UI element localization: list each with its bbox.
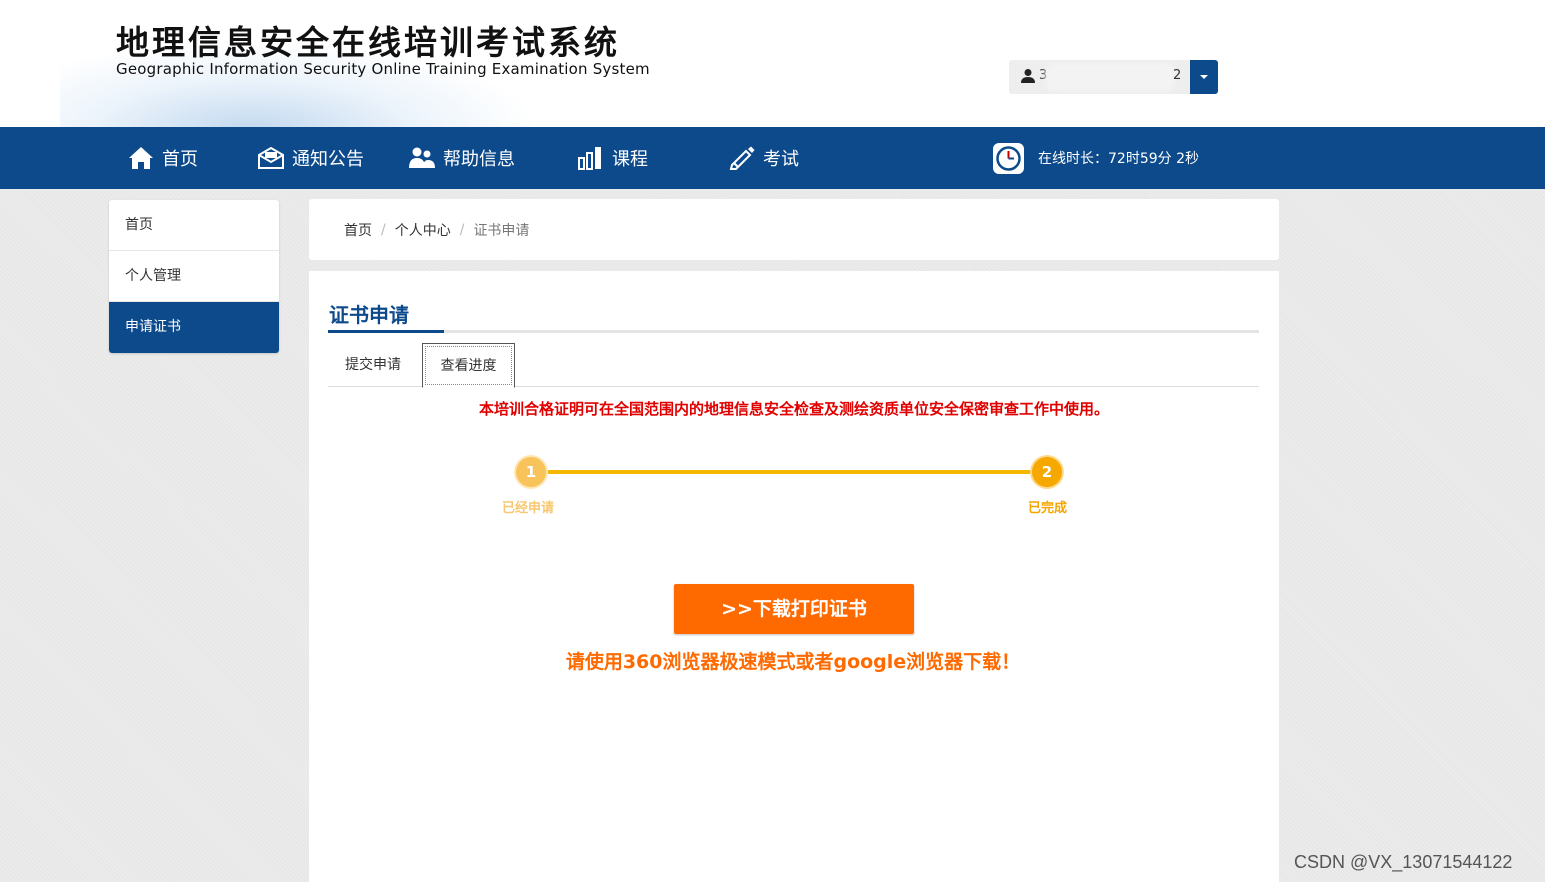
user-menu[interactable]: 3 2 [1009,60,1218,94]
tab-submit-application[interactable]: 提交申请 [345,343,401,387]
sidebar-item-apply-certificate[interactable]: 申请证书 [109,302,279,353]
sidebar-item-home[interactable]: 首页 [109,200,279,251]
browser-tip: 请使用360浏览器极速模式或者google浏览器下载！ [565,651,1021,673]
system-title-en: Geographic Information Security Online T… [116,60,650,78]
online-time: 在线时长：72时59分 2秒 [993,142,1199,174]
sidebar: 首页 个人管理 申请证书 [109,200,279,353]
home-icon [129,147,153,169]
tab-view-progress[interactable]: 查看进度 [422,343,515,388]
nav-item-exam[interactable]: 考试 [729,127,799,189]
breadcrumb-separator: / [459,222,465,238]
step-1-label: 已经申请 [502,501,555,516]
user-dropdown-caret[interactable] [1190,60,1218,94]
bar-chart-icon [578,147,601,170]
nav-item-notices[interactable]: 通知公告 [258,127,364,189]
breadcrumb-separator: / [381,222,386,238]
step-2-label: 已完成 [1028,501,1068,516]
system-title-cn: 地理信息安全在线培训考试系统 [116,23,620,62]
step-1-circle: 1 [516,457,546,487]
user-icon [1021,69,1035,83]
header: 地理信息安全在线培训考试系统 Geographic Information Se… [0,0,1545,130]
breadcrumb-home[interactable]: 首页 [344,220,372,240]
nav-item-label: 考试 [763,149,799,170]
download-certificate-button[interactable]: >>下载打印证书 [674,584,914,634]
breadcrumb-personal-center[interactable]: 个人中心 [395,220,451,240]
certificate-notice: 本培训合格证明可在全国范围内的地理信息安全检查及测绘资质单位安全保密审查工作中使… [478,400,1109,418]
page-title: 证书申请 [329,303,409,327]
breadcrumb-panel: 首页 / 个人中心 / 证书申请 [309,199,1279,260]
progress-line [541,470,1049,474]
breadcrumb-current: 证书申请 [473,223,530,239]
breadcrumb: 首页 / 个人中心 / 证书申请 [344,220,529,240]
watermark: CSDN @VX_13071544122 [1294,852,1513,872]
nav-item-label: 课程 [612,149,648,170]
main-panel: 证书申请 提交申请 查看进度 本培训合格证明可在全国范围内的地理信息安全检查及测… [309,271,1279,882]
user-name-redaction [1045,63,1175,91]
nav-item-label: 帮助信息 [443,149,515,170]
users-icon [409,147,435,168]
title-divider [328,330,1259,333]
pencil-icon [729,146,755,170]
nav-item-label: 通知公告 [292,149,364,170]
clock-icon [993,142,1024,174]
step-2-circle: 2 [1032,457,1062,487]
main-nav: 首页 通知公告 帮助信息 课程 考试 [0,127,1545,189]
nav-item-help[interactable]: 帮助信息 [409,127,515,189]
nav-item-label: 首页 [162,149,198,170]
user-name-tail: 2 [1173,68,1182,83]
title-divider-accent [328,330,444,333]
nav-item-home[interactable]: 首页 [128,127,198,189]
online-time-text: 在线时长：72时59分 2秒 [1038,151,1199,167]
envelope-icon [258,147,284,169]
nav-item-courses[interactable]: 课程 [578,127,648,189]
sidebar-item-personal[interactable]: 个人管理 [109,251,279,302]
